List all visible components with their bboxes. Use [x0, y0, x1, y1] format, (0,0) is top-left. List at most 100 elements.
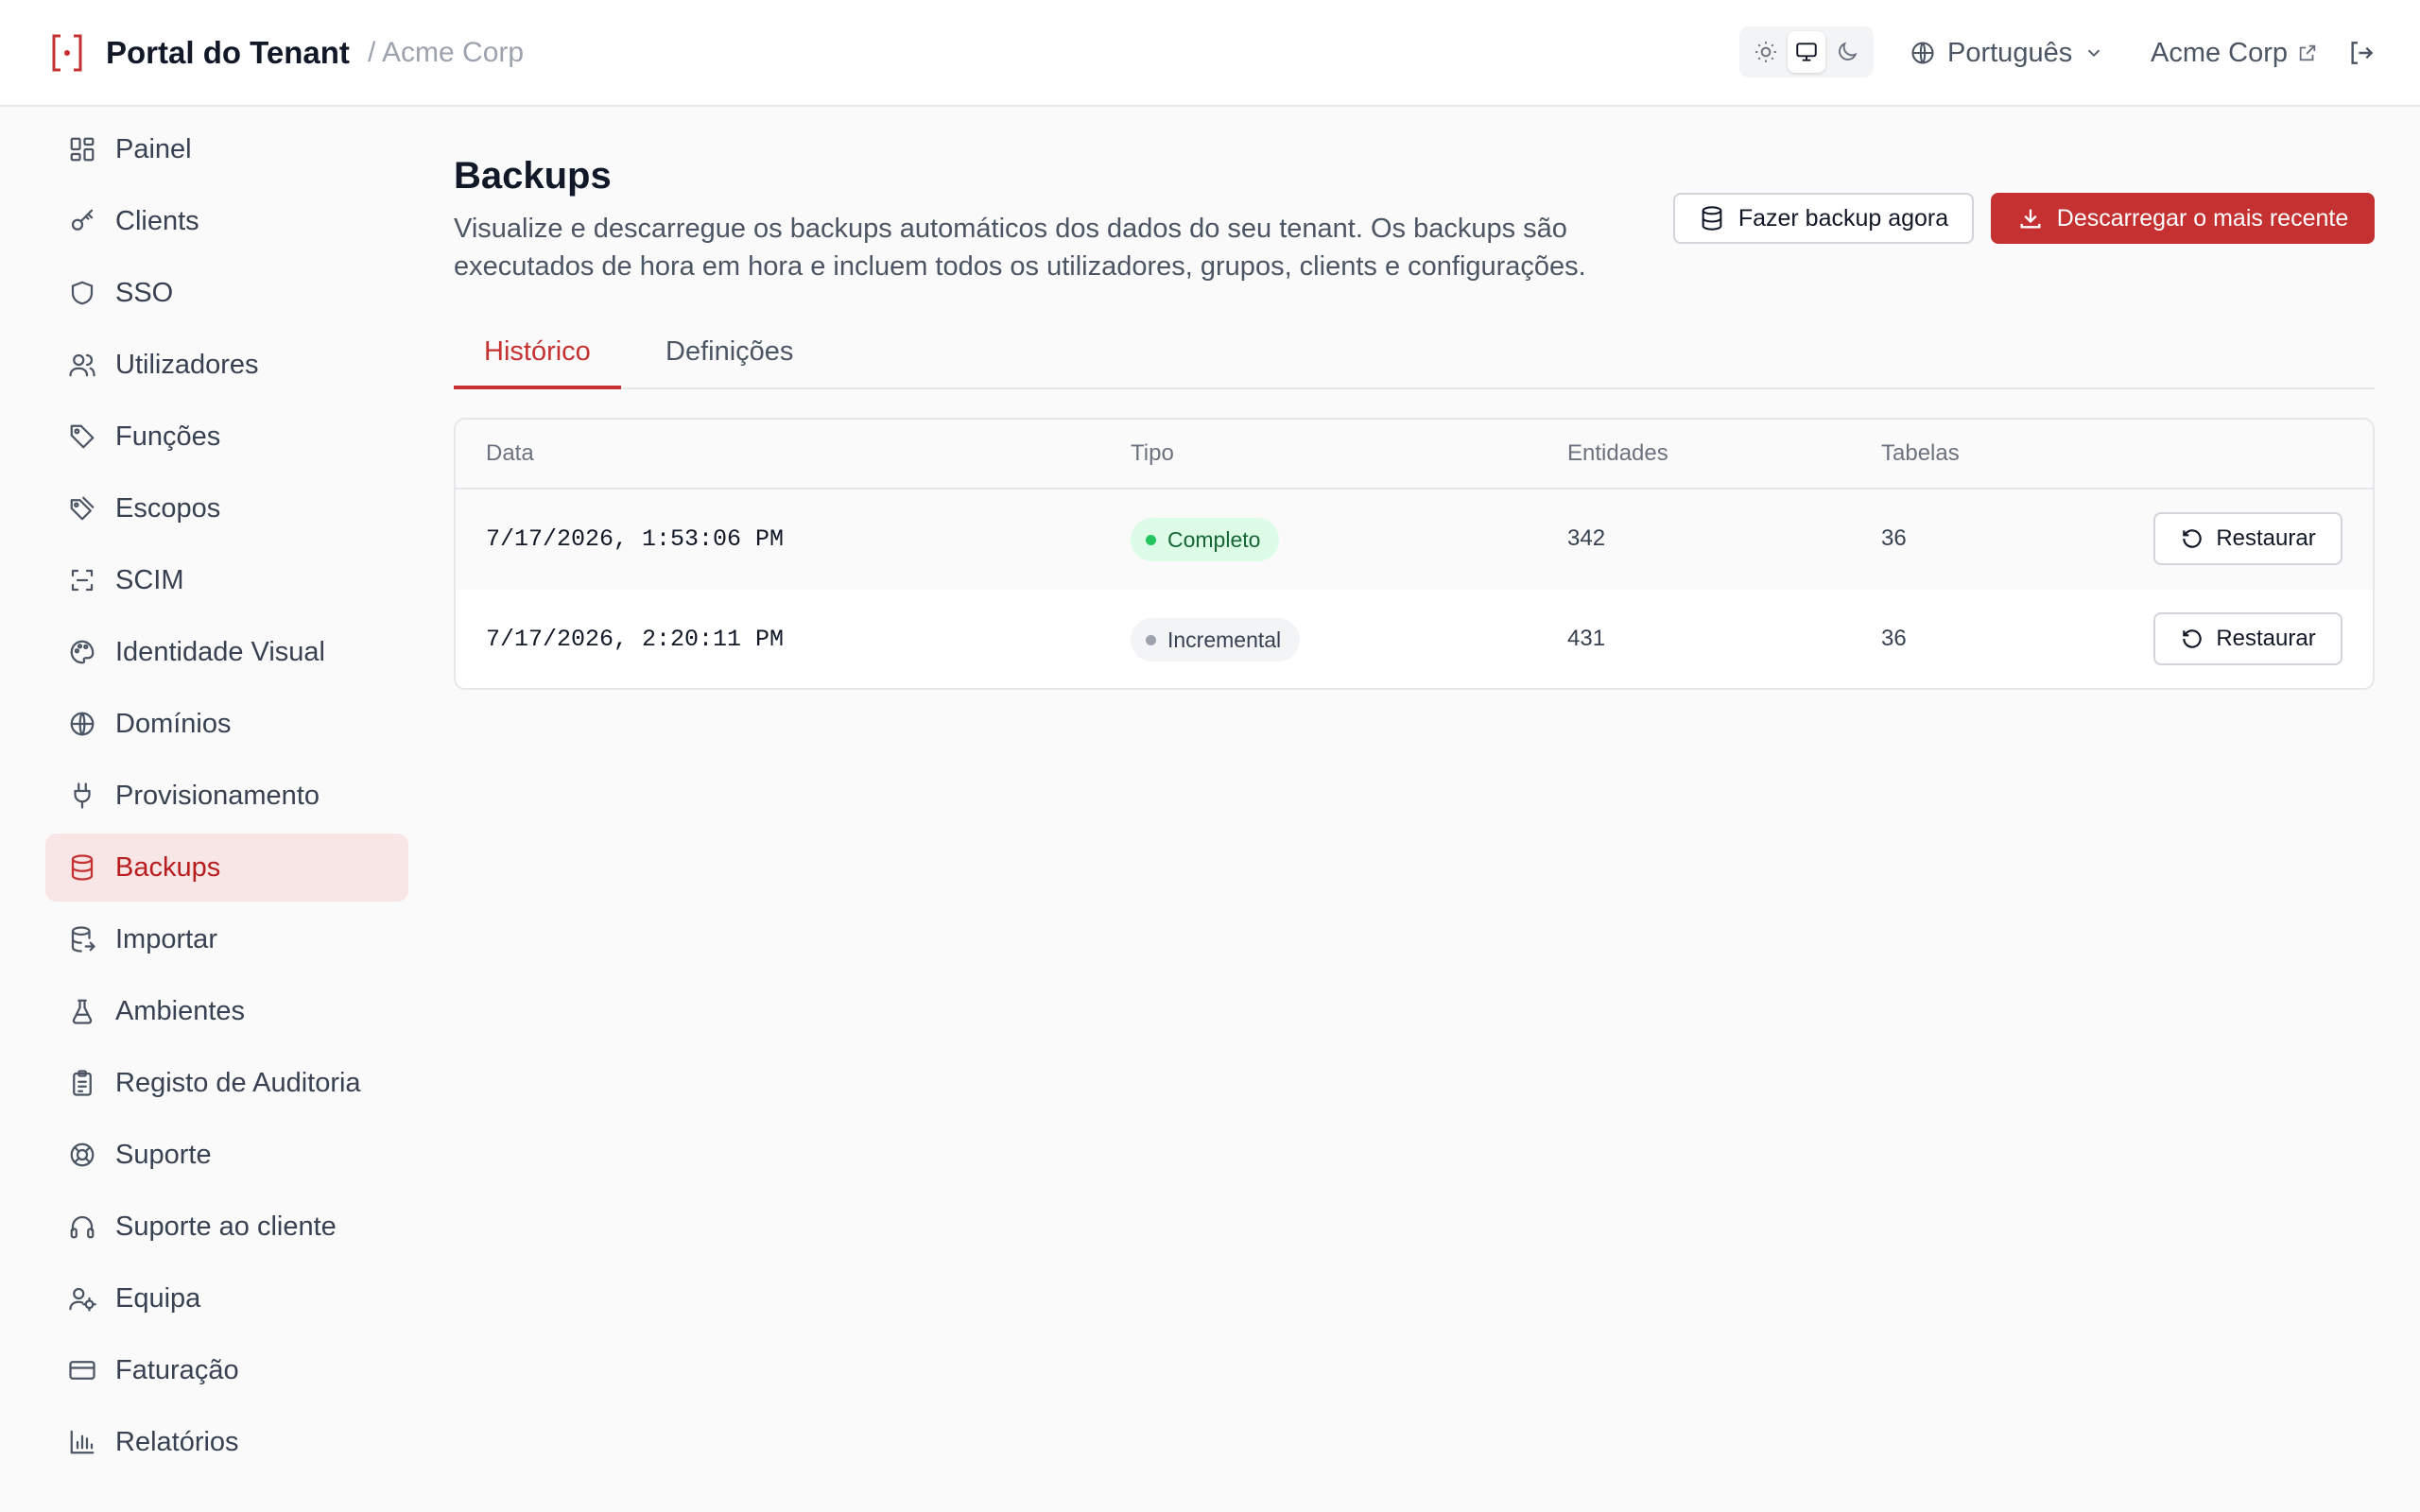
sidebar-item-scim[interactable]: SCIM	[45, 546, 408, 614]
tables-count: 36	[1881, 525, 1907, 551]
restore-label: Restaurar	[2216, 525, 2316, 551]
sidebar-item-utilizadores[interactable]: Utilizadores	[45, 331, 408, 399]
sidebar-nav: Painel Clients SSO Utilizadores Funções Escop…	[45, 115, 408, 1480]
tab-history[interactable]: Histórico	[454, 325, 621, 389]
database-icon	[1702, 206, 1722, 231]
sidebar-item-label: Domínios	[115, 708, 232, 739]
sidebar-item-faturacao[interactable]: Faturação	[45, 1336, 408, 1404]
sidebar-item-dominios[interactable]: Domínios	[45, 690, 408, 758]
sidebar-item-painel[interactable]: Painel	[45, 115, 408, 183]
tenant-link-label: Acme Corp	[2151, 37, 2289, 68]
sidebar-item-identidade-visual[interactable]: Identidade Visual	[45, 618, 408, 686]
sidebar-item-label: SCIM	[115, 564, 184, 595]
sidebar-item-sso[interactable]: SSO	[45, 259, 408, 327]
status-dot	[1146, 534, 1156, 545]
language-selector[interactable]: Português	[1910, 32, 2104, 74]
entities-count: 431	[1567, 626, 1606, 651]
download-latest-button[interactable]: Descarregar o mais recente	[1991, 193, 2375, 244]
sidebar-item-label: Suporte	[115, 1139, 212, 1170]
dashboard-icon	[66, 133, 98, 165]
key-icon	[66, 205, 98, 237]
sidebar-item-label: Clients	[115, 205, 199, 236]
tags-icon	[66, 492, 98, 524]
sidebar-item-label: Painel	[115, 133, 192, 164]
shield-icon	[66, 277, 98, 309]
restore-button[interactable]: Restaurar	[2153, 512, 2342, 565]
restore-icon	[2183, 629, 2202, 648]
flask-icon	[66, 995, 98, 1027]
credit-card-icon	[66, 1354, 98, 1386]
sidebar-item-backups[interactable]: Backups	[45, 833, 408, 902]
monitor-icon	[1796, 43, 1817, 61]
logout-icon	[2351, 42, 2374, 64]
logout-button[interactable]	[2342, 34, 2380, 72]
sidebar-item-label: Equipa	[115, 1282, 201, 1314]
status-badge: Completo	[1131, 518, 1280, 561]
sidebar-item-provisionamento[interactable]: Provisionamento	[45, 762, 408, 830]
sun-icon	[1755, 42, 1776, 62]
theme-system-button[interactable]	[1788, 31, 1825, 73]
breadcrumb: / Acme Corp	[368, 37, 525, 68]
restore-button[interactable]: Restaurar	[2153, 612, 2342, 665]
sidebar-item-relatorios[interactable]: Relatórios	[45, 1408, 408, 1476]
sidebar-item-clients[interactable]: Clients	[45, 187, 408, 255]
table-row: 7/17/2026, 1:53:06 PM Completo 342 36 Re…	[456, 490, 2373, 590]
theme-dark-button[interactable]	[1828, 31, 1866, 73]
top-bar: Portal do Tenant / Acme Corp Português A…	[0, 0, 2420, 107]
tables-count: 36	[1881, 626, 1907, 651]
sidebar-item-label: Utilizadores	[115, 349, 259, 380]
sidebar-item-suporte-ao-cliente[interactable]: Suporte ao cliente	[45, 1193, 408, 1261]
page-description: Visualize e descarregue os backups autom…	[454, 214, 1586, 282]
users-icon	[66, 349, 98, 381]
sidebar-item-label: Escopos	[115, 492, 221, 524]
sidebar-item-label: Provisionamento	[115, 780, 320, 811]
sidebar-item-label: Suporte ao cliente	[115, 1211, 337, 1242]
sidebar-item-label: Backups	[115, 851, 221, 883]
status-badge: Incremental	[1131, 618, 1301, 662]
sidebar-item-equipa[interactable]: Equipa	[45, 1264, 408, 1332]
theme-light-button[interactable]	[1747, 31, 1785, 73]
backup-type: Completo	[1167, 526, 1261, 552]
column-header-tables: Tabelas	[1881, 440, 1960, 466]
globe-icon	[1911, 42, 1934, 64]
download-icon	[2020, 209, 2041, 229]
headphones-icon	[66, 1211, 98, 1243]
language-label: Português	[1947, 37, 2073, 68]
external-link-icon	[2299, 44, 2316, 61]
backup-date: 7/17/2026, 1:53:06 PM	[486, 525, 785, 553]
page-title: Backups	[454, 155, 612, 197]
sidebar-item-importar[interactable]: Importar	[45, 905, 408, 973]
lifebuoy-icon	[66, 1139, 98, 1171]
backup-date: 7/17/2026, 2:20:11 PM	[486, 626, 785, 653]
brand-logo-icon	[52, 34, 82, 72]
database-icon	[66, 851, 98, 884]
download-latest-label: Descarregar o mais recente	[2056, 204, 2349, 232]
sidebar-item-escopos[interactable]: Escopos	[45, 474, 408, 542]
globe-icon	[66, 708, 98, 740]
user-cog-icon	[66, 1282, 98, 1314]
tag-icon	[66, 421, 98, 453]
backup-now-button[interactable]: Fazer backup agora	[1673, 193, 1974, 244]
plug-icon	[66, 780, 98, 812]
column-header-date: Data	[486, 440, 534, 466]
column-header-entities: Entidades	[1567, 440, 1668, 466]
tab-settings[interactable]: Definições	[635, 325, 823, 389]
tab-bar: Histórico Definições	[454, 325, 2375, 389]
restore-icon	[2183, 529, 2202, 548]
database-import-icon	[66, 923, 98, 955]
sidebar-item-label: Relatórios	[115, 1426, 239, 1457]
entities-count: 342	[1567, 525, 1606, 551]
moon-icon	[1839, 42, 1858, 60]
app-title: Portal do Tenant	[106, 35, 350, 70]
status-dot	[1146, 634, 1156, 645]
sidebar-item-label: Registo de Auditoria	[115, 1067, 361, 1098]
sidebar-item-ambientes[interactable]: Ambientes	[45, 977, 408, 1045]
sidebar-item-funcoes[interactable]: Funções	[45, 403, 408, 471]
table-row: 7/17/2026, 2:20:11 PM Incremental 431 36…	[456, 590, 2373, 688]
tenant-external-link[interactable]: Acme Corp	[2151, 32, 2318, 74]
sidebar-item-registo-de-auditoria[interactable]: Registo de Auditoria	[45, 1049, 408, 1117]
bar-chart-icon	[66, 1426, 98, 1458]
restore-label: Restaurar	[2216, 626, 2316, 651]
sidebar-item-suporte[interactable]: Suporte	[45, 1121, 408, 1189]
clipboard-icon	[66, 1067, 98, 1099]
